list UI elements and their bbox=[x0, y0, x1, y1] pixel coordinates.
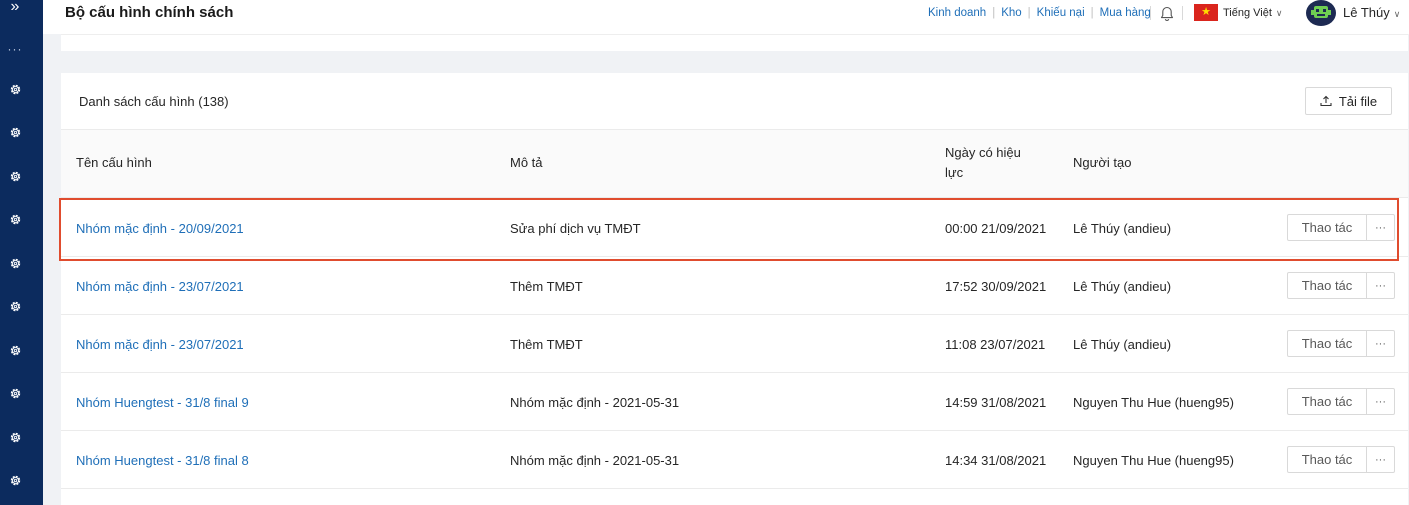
gear-icon[interactable] bbox=[0, 386, 30, 402]
header-link-khieu-nai[interactable]: Khiếu nại bbox=[1037, 7, 1085, 19]
filter-panel bbox=[61, 34, 1408, 51]
link-separator: | bbox=[992, 7, 996, 19]
config-name-link[interactable]: Nhóm mặc định - 23/07/2021 bbox=[76, 315, 244, 373]
config-list-panel: Danh sách cấu hình (138) Tải file Tên cấ… bbox=[61, 73, 1408, 505]
effective-date: 11:08 23/07/2021 bbox=[945, 336, 1046, 352]
creator-name: Nguyen Thu Hue (hueng95) bbox=[1073, 452, 1234, 468]
gear-icon[interactable] bbox=[0, 81, 30, 97]
config-name-link[interactable]: Nhóm mặc định - 23/07/2021 bbox=[76, 257, 244, 315]
config-description: Thêm TMĐT bbox=[510, 336, 583, 352]
table-row: Nhóm mặc định - 23/07/2021 Thêm TMĐT 11:08… bbox=[61, 315, 1408, 373]
effective-date: 14:59 31/08/2021 bbox=[945, 394, 1047, 410]
language-label: Tiếng Việt bbox=[1223, 7, 1272, 19]
column-header-description: Mô tả bbox=[510, 155, 543, 170]
top-header: Bộ cấu hình chính sách Kinh doanh | Kho … bbox=[43, 0, 1409, 34]
bell-icon[interactable] bbox=[1160, 6, 1174, 27]
gear-icon[interactable] bbox=[0, 342, 30, 358]
download-icon bbox=[1320, 95, 1332, 107]
language-selector[interactable]: Tiếng Việt ∨ bbox=[1223, 7, 1283, 19]
table-row: Nhóm mặc định - 23/07/2021 Thêm TMĐT 17:52… bbox=[61, 257, 1408, 315]
header-link-kinh-doanh[interactable]: Kinh doanh bbox=[928, 7, 986, 19]
action-button[interactable]: Thao tác bbox=[1287, 446, 1367, 473]
effective-date: 17:52 30/09/2021 bbox=[945, 278, 1047, 294]
column-header-creator: Người tạo bbox=[1073, 155, 1132, 170]
effective-date: 00:00 21/09/2021 bbox=[945, 220, 1047, 236]
gear-icon[interactable] bbox=[0, 125, 30, 141]
more-options-button[interactable]: ··· bbox=[1366, 272, 1395, 299]
table-header: Tên cấu hình Mô tả Ngày có hiệu lực Ngườ… bbox=[61, 129, 1408, 198]
action-button[interactable]: Thao tác bbox=[1287, 388, 1367, 415]
gear-icon[interactable] bbox=[0, 168, 30, 184]
more-options-button[interactable]: ··· bbox=[1366, 446, 1395, 473]
link-separator: | bbox=[1090, 7, 1094, 19]
header-links: Kinh doanh | Kho | Khiếu nại | Mua hàng bbox=[928, 7, 1151, 19]
gear-icon[interactable] bbox=[0, 212, 30, 228]
more-options-button[interactable]: ··· bbox=[1366, 214, 1395, 241]
more-icon[interactable]: ··· bbox=[0, 42, 30, 56]
download-file-button[interactable]: Tải file bbox=[1305, 87, 1392, 115]
chevron-down-icon: ∨ bbox=[1275, 8, 1283, 18]
gear-icon[interactable] bbox=[0, 473, 30, 489]
config-description: Nhóm mặc định - 2021-05-31 bbox=[510, 394, 680, 410]
avatar[interactable] bbox=[1306, 0, 1336, 26]
chevron-down-icon: ∨ bbox=[1393, 9, 1401, 19]
effective-date: 14:34 31/08/2021 bbox=[945, 452, 1047, 468]
table-row: Nhóm mặc định - 20/09/2021 Sửa phí dịch v… bbox=[61, 199, 1408, 257]
action-button[interactable]: Thao tác bbox=[1287, 272, 1367, 299]
config-description: Nhóm mặc định - 2021-05-31 bbox=[510, 452, 680, 468]
page-title: Bộ cấu hình chính sách bbox=[65, 4, 234, 21]
config-description: Sửa phí dịch vụ TMĐT bbox=[510, 220, 641, 236]
more-options-button[interactable]: ··· bbox=[1366, 330, 1395, 357]
header-divider bbox=[1182, 6, 1183, 20]
column-header-name: Tên cấu hình bbox=[76, 155, 152, 170]
config-name-link[interactable]: Nhóm mặc định - 20/09/2021 bbox=[76, 199, 244, 257]
header-link-mua-hang[interactable]: Mua hàng bbox=[1100, 7, 1151, 19]
column-header-effective-date: Ngày có hiệu lực bbox=[945, 143, 1021, 183]
user-menu[interactable]: Lê Thúy ∨ bbox=[1343, 5, 1400, 20]
config-name-link[interactable]: Nhóm Huengtest - 31/8 final 9 bbox=[76, 373, 249, 431]
sidebar: » ··· bbox=[0, 0, 43, 505]
action-button[interactable]: Thao tác bbox=[1287, 330, 1367, 357]
gear-icon[interactable] bbox=[0, 429, 30, 445]
gear-icon[interactable] bbox=[0, 299, 30, 315]
config-name-link[interactable]: Nhóm Huengtest - 31/8 final 8 bbox=[76, 431, 249, 489]
creator-name: Lê Thúy (andieu) bbox=[1073, 336, 1172, 352]
link-separator: | bbox=[1027, 7, 1031, 19]
header-link-kho[interactable]: Kho bbox=[1001, 7, 1021, 19]
creator-name: Lê Thúy (andieu) bbox=[1073, 220, 1172, 236]
download-file-label: Tải file bbox=[1338, 93, 1378, 109]
action-button[interactable]: Thao tác bbox=[1287, 214, 1367, 241]
more-options-button[interactable]: ··· bbox=[1366, 388, 1395, 415]
vietnam-flag-icon[interactable]: ★ bbox=[1194, 4, 1218, 21]
config-description: Thêm TMĐT bbox=[510, 278, 583, 294]
list-title: Danh sách cấu hình (138) bbox=[79, 94, 229, 109]
column-header-effective-date-line2: lực bbox=[945, 165, 964, 180]
creator-name: Lê Thúy (andieu) bbox=[1073, 278, 1172, 294]
column-header-effective-date-line1: Ngày có hiệu bbox=[945, 145, 1021, 160]
table-row: Nhóm Huengtest - 31/8 final 8 Nhóm mặc đị… bbox=[61, 431, 1408, 489]
gear-icon[interactable] bbox=[0, 255, 30, 271]
expand-sidebar-icon[interactable]: » bbox=[0, 0, 30, 15]
header-divider bbox=[1150, 6, 1151, 20]
user-name: Lê Thúy bbox=[1343, 5, 1390, 20]
creator-name: Nguyen Thu Hue (hueng95) bbox=[1073, 394, 1234, 410]
table-row: Nhóm Huengtest - 31/8 final 9 Nhóm mặc đị… bbox=[61, 373, 1408, 431]
